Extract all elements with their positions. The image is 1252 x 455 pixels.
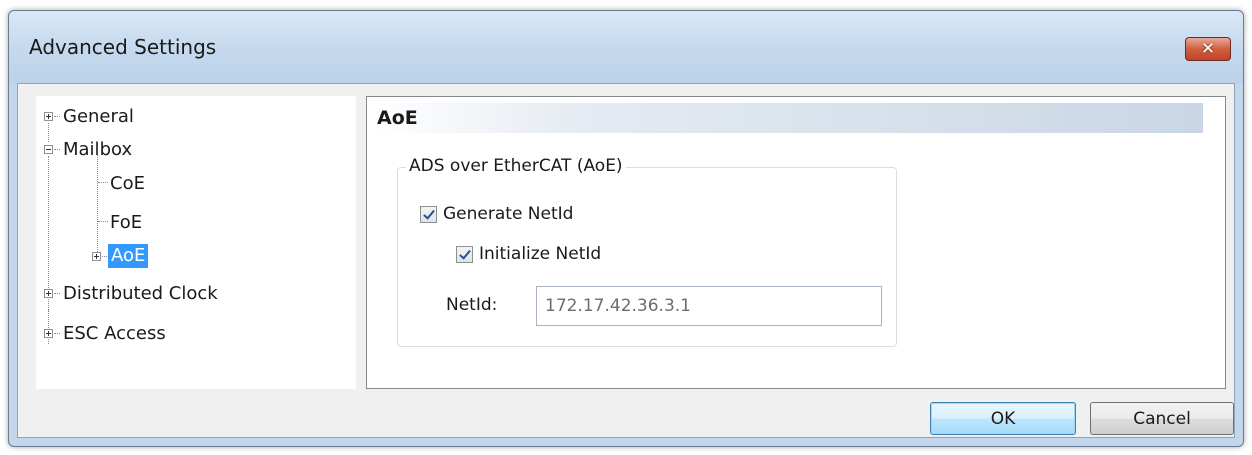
tree-item-general[interactable]: General xyxy=(44,103,134,129)
collapse-minus-icon[interactable] xyxy=(44,144,53,154)
generate-netid-checkbox-row[interactable]: Generate NetId xyxy=(420,204,573,224)
tree-item-label: FoE xyxy=(110,211,143,233)
tree-item-label-selected: AoE xyxy=(108,244,149,268)
title-bar[interactable]: Advanced Settings ✕ xyxy=(9,11,1243,83)
dialog-client-area: General Mailbox CoE FoE AoE Distributed … xyxy=(17,83,1235,438)
tree-item-distributed-clock[interactable]: Distributed Clock xyxy=(44,280,218,306)
expand-plus-icon[interactable] xyxy=(44,328,53,338)
ads-over-ethercat-group: ADS over EtherCAT (AoE) Generate NetId I… xyxy=(397,156,897,347)
tree-item-label: ESC Access xyxy=(63,322,166,344)
tree-item-mailbox[interactable]: Mailbox xyxy=(44,136,132,162)
cancel-button[interactable]: Cancel xyxy=(1090,402,1234,435)
close-x-icon: ✕ xyxy=(1200,38,1216,59)
ok-button[interactable]: OK xyxy=(930,402,1076,435)
dialog-title: Advanced Settings xyxy=(29,35,217,59)
tree-item-aoe[interactable]: AoE xyxy=(92,243,149,269)
close-button[interactable]: ✕ xyxy=(1185,37,1231,61)
tree-item-label: Distributed Clock xyxy=(63,282,218,304)
netid-field[interactable]: 172.17.42.36.3.1 xyxy=(536,286,882,326)
initialize-netid-label: Initialize NetId xyxy=(479,244,602,264)
panel-header: AoE xyxy=(373,103,1203,133)
tree-item-label: CoE xyxy=(110,172,145,194)
initialize-netid-checkbox[interactable] xyxy=(456,245,473,263)
tree-item-coe[interactable]: CoE xyxy=(110,170,145,196)
generate-netid-label: Generate NetId xyxy=(443,204,574,224)
group-legend: ADS over EtherCAT (AoE) xyxy=(406,156,626,176)
expand-plus-icon[interactable] xyxy=(44,288,53,298)
tree-item-label: General xyxy=(63,105,134,127)
settings-tree: General Mailbox CoE FoE AoE Distributed … xyxy=(36,96,356,389)
advanced-settings-dialog: Advanced Settings ✕ General Mailbox CoE … xyxy=(8,10,1244,447)
expand-plus-icon[interactable] xyxy=(44,111,53,121)
initialize-netid-checkbox-row[interactable]: Initialize NetId xyxy=(456,244,601,264)
aoe-settings-panel: AoE ADS over EtherCAT (AoE) Generate Net… xyxy=(366,96,1226,389)
expand-plus-icon[interactable] xyxy=(92,251,101,261)
tree-item-label: Mailbox xyxy=(63,138,133,160)
netid-label: NetId: xyxy=(446,295,498,315)
tree-item-foe[interactable]: FoE xyxy=(110,209,142,235)
tree-item-esc-access[interactable]: ESC Access xyxy=(44,320,166,346)
generate-netid-checkbox[interactable] xyxy=(420,205,437,223)
